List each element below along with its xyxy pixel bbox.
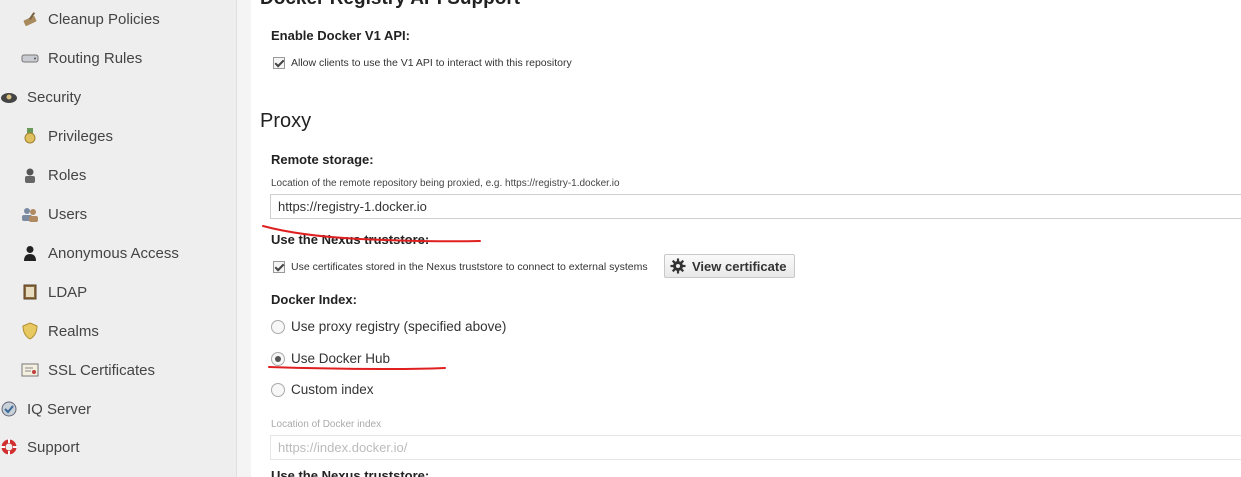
sidebar-item-anonymous-access[interactable]: Anonymous Access	[21, 240, 179, 266]
sidebar-item-label: Anonymous Access	[48, 244, 179, 262]
radio-custom-index[interactable]: Custom index	[271, 382, 374, 397]
book-icon	[21, 283, 39, 301]
sidebar-item-label: Users	[48, 205, 88, 223]
radio-label: Use Docker Hub	[291, 351, 391, 366]
certificate-icon	[21, 361, 39, 379]
radio-button[interactable]	[271, 319, 285, 334]
index-location-help: Location of Docker index	[271, 419, 382, 430]
sidebar-item-label: LDAP	[48, 283, 88, 301]
sidebar-item-roles[interactable]: Roles	[21, 162, 86, 188]
truststore-label-2: Use the Nexus truststore:	[271, 468, 430, 477]
shield-icon	[21, 322, 39, 340]
medal-icon	[21, 127, 39, 145]
sidebar-item-iq-server[interactable]: IQ Server	[0, 396, 91, 422]
sidebar-item-ssl-certificates[interactable]: SSL Certificates	[21, 357, 155, 383]
truststore-checkbox-label: Use certificates stored in the Nexus tru…	[291, 261, 648, 273]
sidebar: Cleanup Policies Routing Rules Security …	[0, 0, 236, 477]
sidebar-item-realms[interactable]: Realms	[21, 318, 99, 344]
sidebar-item-label: Security	[27, 88, 82, 106]
index-location-input[interactable]: https://index.docker.io/	[270, 435, 1241, 460]
sidebar-item-label: IQ Server	[27, 400, 92, 418]
gear-icon	[670, 258, 686, 274]
sidebar-item-label: Privileges	[48, 127, 114, 145]
radio-label: Use proxy registry (specified above)	[291, 319, 507, 334]
sidebar-item-security[interactable]: Security	[0, 84, 81, 110]
v1-api-checkbox-row[interactable]: Allow clients to use the V1 API to inter…	[273, 57, 572, 69]
proxy-section-title: Proxy	[260, 110, 312, 132]
v1-api-checkbox[interactable]	[273, 57, 285, 69]
truststore-checkbox-row[interactable]: Use certificates stored in the Nexus tru…	[273, 261, 648, 273]
sidebar-item-users[interactable]: Users	[21, 201, 87, 227]
docker-api-section-title: Docker Registry API Support	[260, 0, 520, 10]
v1-api-label: Enable Docker V1 API:	[271, 28, 410, 43]
truststore-checkbox[interactable]	[273, 261, 285, 273]
radio-button-selected[interactable]	[271, 351, 285, 366]
sidebar-item-support[interactable]: Support	[0, 434, 80, 460]
sidebar-item-cleanup-policies[interactable]: Cleanup Policies	[21, 6, 160, 32]
remote-storage-help: Location of the remote repository being …	[271, 178, 620, 189]
sidebar-item-label: Routing Rules	[48, 49, 143, 67]
security-icon	[0, 88, 18, 106]
sidebar-item-label: Roles	[48, 166, 87, 184]
remote-storage-label: Remote storage:	[271, 152, 374, 167]
radio-label: Custom index	[291, 382, 374, 397]
sidebar-item-label: Cleanup Policies	[48, 10, 160, 28]
sidebar-divider	[236, 0, 251, 477]
role-icon	[21, 166, 39, 184]
v1-api-checkbox-label: Allow clients to use the V1 API to inter…	[291, 57, 572, 69]
iq-server-icon	[0, 400, 18, 418]
radio-button[interactable]	[271, 382, 285, 397]
docker-index-label: Docker Index:	[271, 292, 357, 307]
view-certificate-label: View certificate	[692, 258, 787, 274]
sidebar-item-routing-rules[interactable]: Routing Rules	[21, 45, 142, 71]
lifebuoy-icon	[0, 438, 18, 456]
sidebar-item-label: Realms	[48, 322, 99, 340]
broom-icon	[21, 10, 39, 28]
radio-use-docker-hub[interactable]: Use Docker Hub	[271, 351, 390, 366]
user-icon	[21, 244, 39, 262]
repository-settings-form: Docker Registry API Support Enable Docke…	[251, 0, 1241, 477]
sidebar-item-ldap[interactable]: LDAP	[21, 279, 87, 305]
users-icon	[21, 205, 39, 223]
view-certificate-button[interactable]: View certificate	[664, 254, 796, 278]
remote-storage-input[interactable]: https://registry-1.docker.io	[270, 194, 1241, 219]
sidebar-item-label: SSL Certificates	[48, 361, 155, 379]
sidebar-item-label: Support	[27, 438, 80, 456]
truststore-label: Use the Nexus truststore:	[271, 232, 430, 247]
sidebar-item-privileges[interactable]: Privileges	[21, 123, 113, 149]
drive-icon	[21, 49, 39, 67]
radio-use-proxy-registry[interactable]: Use proxy registry (specified above)	[271, 319, 506, 334]
